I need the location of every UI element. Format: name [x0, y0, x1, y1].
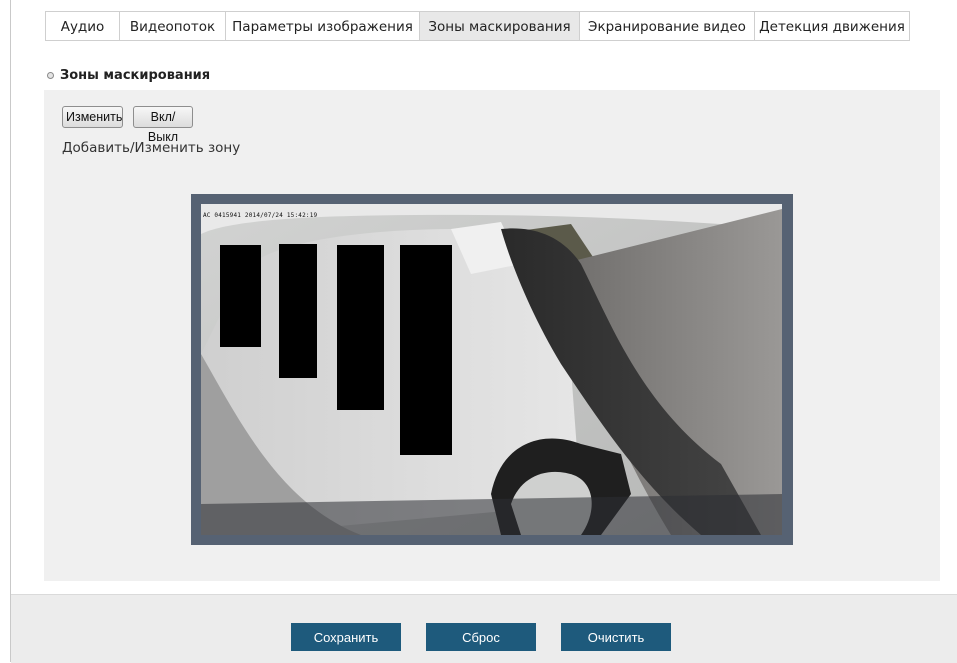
tab-privacy-masks[interactable]: Зоны маскирования: [419, 11, 579, 41]
mask-zone-1[interactable]: [220, 245, 261, 347]
mask-zone-4[interactable]: [400, 245, 452, 455]
add-edit-zone-label: Добавить/Изменить зону: [62, 140, 241, 156]
tab-image-parameters[interactable]: Параметры изображения: [225, 11, 419, 41]
mask-zone-2[interactable]: [279, 244, 317, 378]
tab-video-shielding[interactable]: Экранирование видео: [579, 11, 754, 41]
osd-timestamp: AC 0415941 2014/07/24 15:42:19: [203, 212, 318, 219]
settings-frame: Аудио Видеопоток Параметры изображения З…: [10, 0, 957, 663]
video-preview[interactable]: AC 0415941 2014/07/24 15:42:19: [201, 204, 782, 535]
reset-button[interactable]: Сброс: [426, 623, 536, 651]
tab-bar: Аудио Видеопоток Параметры изображения З…: [45, 11, 910, 42]
section-title: Зоны маскирования: [60, 68, 211, 83]
tab-motion-detection[interactable]: Детекция движения: [754, 11, 910, 41]
tab-audio[interactable]: Аудио: [45, 11, 119, 41]
section-header: Зоны маскирования: [47, 68, 210, 83]
toggle-button[interactable]: Вкл/Выкл: [133, 106, 193, 144]
mask-zone-3[interactable]: [337, 245, 384, 410]
tab-videostream[interactable]: Видеопоток: [119, 11, 225, 41]
bullet-icon: [47, 72, 54, 79]
save-button[interactable]: Сохранить: [291, 623, 401, 651]
edit-button[interactable]: Изменить: [62, 106, 123, 128]
clear-button[interactable]: Очистить: [561, 623, 671, 651]
video-preview-frame: AC 0415941 2014/07/24 15:42:19: [191, 194, 793, 545]
